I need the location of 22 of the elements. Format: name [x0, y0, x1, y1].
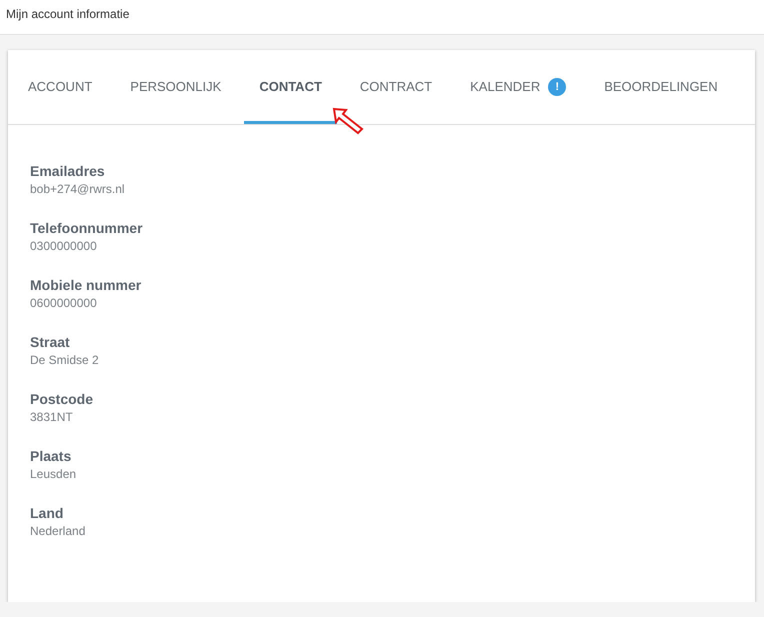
field-value: De Smidse 2 [30, 353, 100, 367]
field-label: Land [30, 505, 64, 521]
pointer-arrow-icon [332, 107, 364, 135]
field-label: Emailadres [30, 163, 106, 179]
tab[interactable]: CONTRACT [344, 50, 448, 124]
tab[interactable]: ACCOUNT [13, 50, 108, 124]
tab[interactable]: BEOORDELINGEN [589, 50, 733, 124]
field-label: Plaats [30, 448, 72, 464]
page-title: Mijn account informatie [6, 7, 130, 21]
notification-badge: ! [548, 78, 566, 96]
field-value: Nederland [30, 524, 86, 538]
field-value: 0600000000 [30, 296, 98, 310]
field-value: 0300000000 [30, 239, 98, 253]
tab[interactable]: PERSOONLIJK [115, 50, 236, 124]
field-label: Mobiele nummer [30, 277, 142, 293]
tab[interactable]: KALENDER ! [455, 50, 582, 124]
field-label: Telefoonnummer [30, 220, 144, 236]
field-value: 3831NT [30, 410, 74, 424]
field-value: bob+274@rwrs.nl [30, 182, 126, 196]
field-value: Leusden [30, 467, 78, 481]
field-label: Straat [30, 334, 71, 350]
field-label: Postcode [30, 391, 94, 407]
